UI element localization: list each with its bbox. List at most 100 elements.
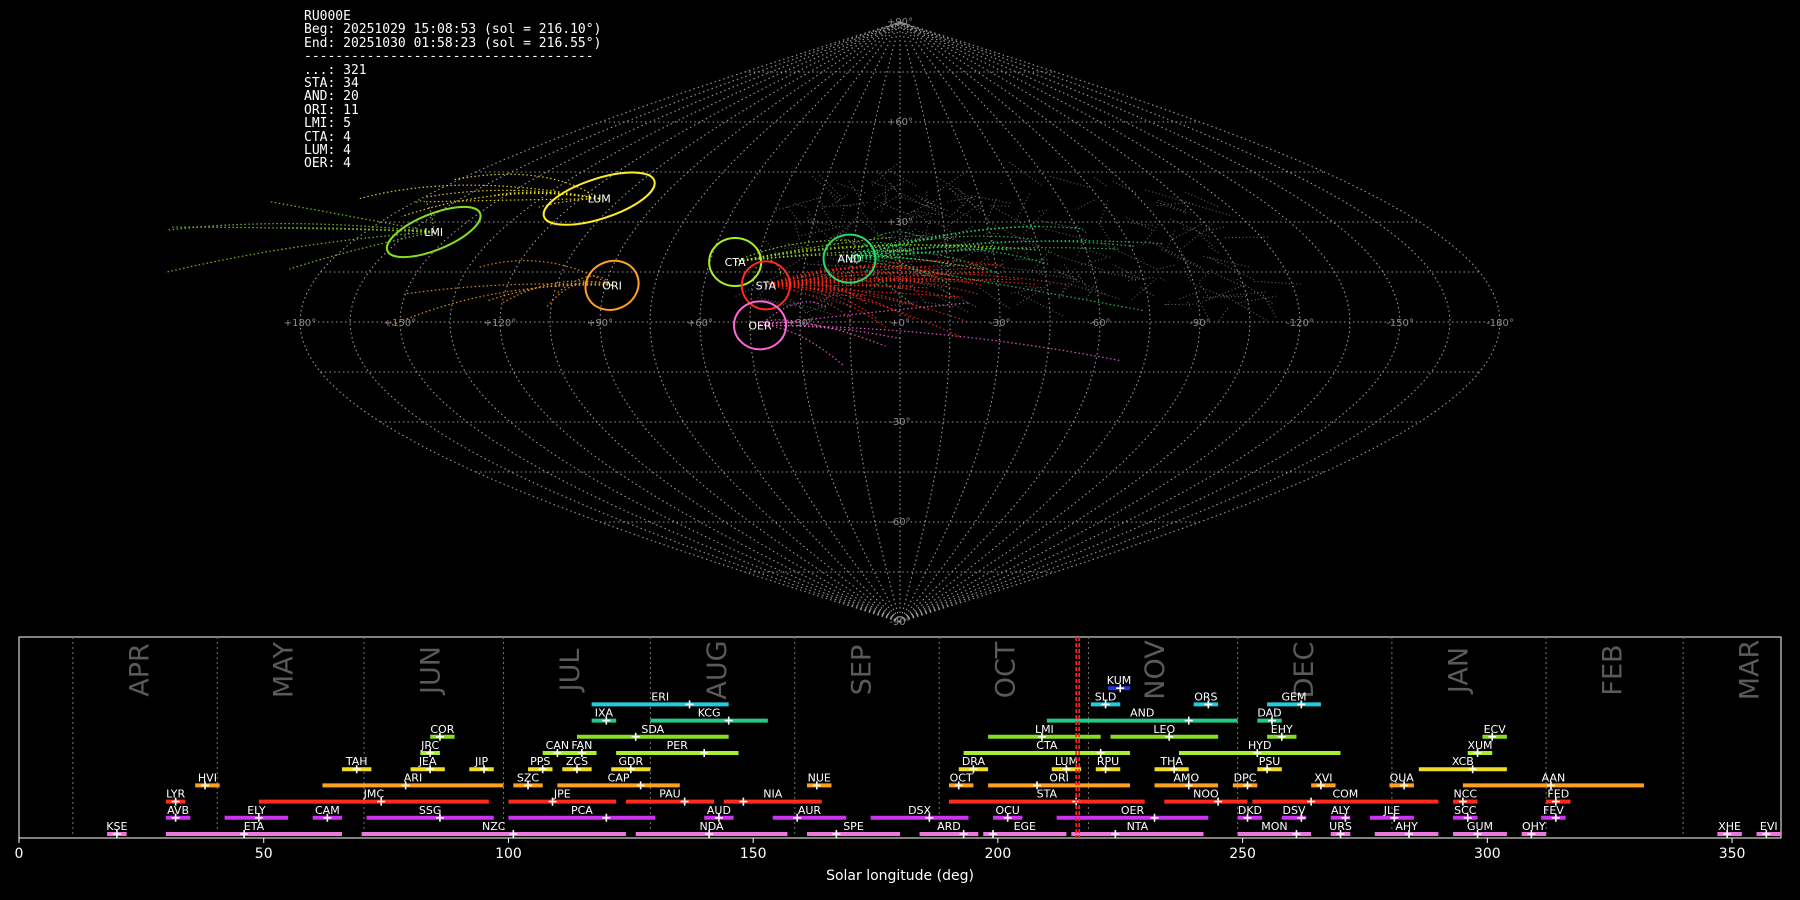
sporadic-trail bbox=[1017, 292, 1063, 317]
sporadic-trail bbox=[1206, 244, 1219, 253]
shower-code-label: KUM bbox=[1107, 674, 1131, 687]
shower-code-label: LUM bbox=[1055, 755, 1078, 768]
month-label: JUL bbox=[555, 649, 586, 694]
sporadic-trail bbox=[1169, 218, 1210, 238]
longitude-tick-label: +150° bbox=[384, 318, 416, 329]
shower-code-label: SCC bbox=[1454, 804, 1477, 817]
longitude-tick-label: +90° bbox=[587, 318, 613, 329]
longitude-tick-label: +30° bbox=[787, 318, 813, 329]
x-tick-label: 250 bbox=[1229, 846, 1256, 862]
sporadic-trail bbox=[935, 295, 970, 314]
shower-trail bbox=[424, 189, 600, 200]
sporadic-trail bbox=[875, 180, 907, 198]
longitude-tick-label: -120° bbox=[1286, 318, 1314, 329]
x-tick-label: 50 bbox=[255, 846, 273, 862]
shower-code-label: AHY bbox=[1395, 820, 1418, 833]
sporadic-trail bbox=[987, 198, 997, 220]
sporadic-trail bbox=[1081, 247, 1111, 258]
sporadic-trail bbox=[977, 204, 989, 221]
shower-code-label: CAP bbox=[608, 771, 630, 784]
count-item: LUM: 4 bbox=[304, 143, 351, 159]
month-label: JAN bbox=[1443, 647, 1474, 695]
sporadic-trail bbox=[901, 196, 939, 211]
sporadic-trail bbox=[1045, 228, 1091, 241]
sporadic-trail bbox=[1047, 175, 1089, 188]
sporadic-trail bbox=[979, 257, 989, 263]
shower-code-label: STA bbox=[1037, 788, 1058, 801]
shower-code-label: GUM bbox=[1467, 820, 1493, 833]
sporadic-trail bbox=[903, 194, 944, 215]
shower-code-label: ETA bbox=[244, 820, 265, 833]
shower-code-label: OCU bbox=[995, 804, 1019, 817]
month-label: MAY bbox=[269, 641, 300, 698]
month-label: OCT bbox=[991, 641, 1022, 698]
sporadic-trail bbox=[870, 180, 887, 188]
sporadic-trail bbox=[1165, 230, 1176, 253]
sporadic-trail bbox=[1216, 308, 1229, 324]
shower-code-label: NCC bbox=[1454, 788, 1478, 801]
shower-code-label: GEM bbox=[1282, 690, 1307, 703]
count-item: STA: 34 bbox=[304, 76, 359, 92]
sporadic-trail bbox=[1075, 199, 1095, 211]
sporadic-trail bbox=[1141, 221, 1161, 247]
latitude-tick-label: -60° bbox=[889, 517, 910, 528]
station-id: RU000E bbox=[304, 9, 351, 24]
sporadic-trail bbox=[1195, 284, 1221, 296]
shower-code-label: JLE bbox=[1383, 804, 1400, 817]
shower-timeline-chart: APR MAY JUN JUL AUG SEP OCT NOV DEC JAN FEB MARKUME… bbox=[15, 636, 1782, 884]
shower-code-label: NTA bbox=[1127, 820, 1149, 833]
sporadic-trail bbox=[937, 170, 968, 193]
shower-code-label: CTA bbox=[1036, 739, 1058, 752]
shower-trail bbox=[164, 231, 434, 274]
shower-code-label: URS bbox=[1329, 820, 1352, 833]
shower-trail bbox=[760, 324, 901, 340]
x-tick-label: 100 bbox=[495, 846, 522, 862]
count-item: AND: 20 bbox=[304, 89, 359, 105]
sporadic-trail bbox=[955, 209, 971, 218]
sporadic-trail bbox=[1203, 255, 1250, 268]
longitude-tick-label: +180° bbox=[284, 318, 316, 329]
sporadic-trail bbox=[1001, 259, 1005, 274]
x-tick-label: 350 bbox=[1719, 846, 1746, 862]
shower-code-label: ORI bbox=[1049, 771, 1069, 784]
shower-code-label: HYD bbox=[1248, 739, 1271, 752]
sporadic-trail bbox=[1110, 180, 1137, 193]
sporadic-trail bbox=[1053, 268, 1108, 296]
shower-code-label: NIA bbox=[763, 788, 782, 801]
shower-code-label: AUR bbox=[798, 804, 822, 817]
x-axis-label: Solar longitude (deg) bbox=[826, 868, 974, 884]
latitude-tick-label: +30° bbox=[887, 217, 913, 228]
sporadic-trail bbox=[1213, 272, 1245, 288]
shower-trail bbox=[426, 198, 600, 203]
sporadic-trail bbox=[1236, 278, 1275, 306]
sporadic-trail bbox=[876, 170, 903, 197]
shower-code-label: LEO bbox=[1153, 723, 1175, 736]
sporadic-trail bbox=[1140, 287, 1157, 298]
shower-code-label: OCT bbox=[950, 771, 973, 784]
sporadic-trail bbox=[1208, 256, 1254, 281]
shower-trail bbox=[760, 324, 1122, 362]
sporadic-trail bbox=[1222, 291, 1269, 297]
sporadic-trail bbox=[1126, 216, 1155, 232]
sporadic-trail bbox=[1160, 277, 1168, 283]
sporadic-trail bbox=[845, 201, 871, 207]
shower-code-label: SDA bbox=[641, 723, 664, 736]
shower-code-label: DAD bbox=[1257, 707, 1281, 720]
sporadic-trail bbox=[871, 162, 899, 186]
shower-code-label: SSG bbox=[419, 804, 442, 817]
longitude-tick-label: -150° bbox=[1386, 318, 1414, 329]
shower-code-label: LYR bbox=[166, 788, 185, 801]
sporadic-trail bbox=[1100, 242, 1158, 270]
sporadic-trail bbox=[1199, 282, 1211, 300]
shower-code-label: JPE bbox=[553, 788, 571, 801]
sporadic-trail bbox=[832, 194, 848, 205]
sporadic-trail bbox=[1224, 236, 1270, 239]
sporadic-trail bbox=[1010, 287, 1040, 294]
sporadic-trail bbox=[1058, 274, 1082, 298]
shower-trail bbox=[765, 264, 1004, 286]
radiant-label: ORI bbox=[602, 279, 622, 292]
sporadic-trail bbox=[1081, 257, 1108, 266]
longitude-tick-label: -60° bbox=[1089, 318, 1110, 329]
sporadic-trail bbox=[1098, 199, 1109, 225]
shower-code-label: EGE bbox=[1014, 820, 1036, 833]
